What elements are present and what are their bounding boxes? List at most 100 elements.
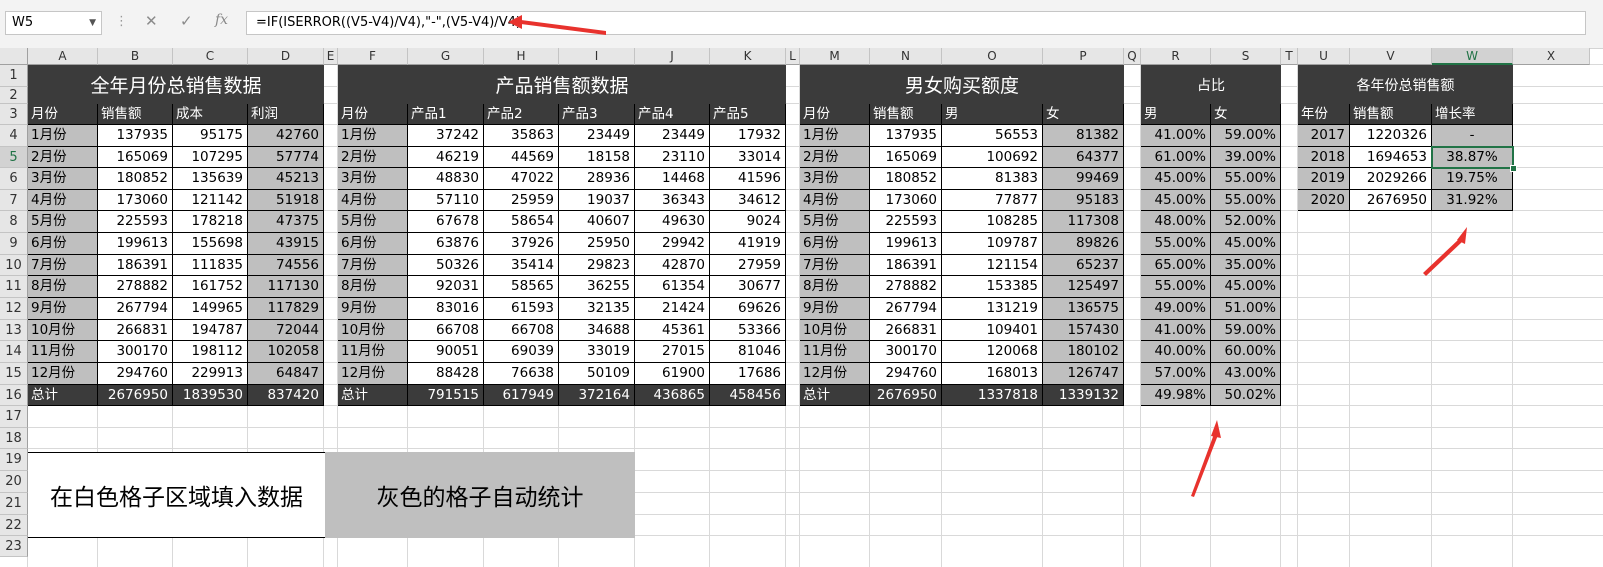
chevron-down-icon[interactable]: ▼ (89, 12, 96, 34)
table1-cell[interactable]: 173060 (98, 190, 173, 211)
table3-cell[interactable]: 180102 (1043, 341, 1124, 363)
table2-cell[interactable]: 66708 (408, 320, 484, 341)
table1-cell[interactable]: 47375 (248, 211, 324, 233)
table2-cell[interactable]: 50109 (559, 363, 635, 385)
table1-cell[interactable]: 267794 (98, 298, 173, 320)
table5-cell[interactable]: 2018 (1298, 147, 1350, 168)
table5-cell[interactable]: 1694653 (1350, 147, 1432, 168)
table1-cell[interactable]: 9月份 (28, 298, 98, 320)
table2-cell[interactable]: 17686 (710, 363, 786, 385)
column-header-x[interactable]: X (1513, 48, 1590, 65)
spreadsheet-grid[interactable]: ABCDEFGHIJKLMNOPQRSTUVWX 1 2 3 4 5 6 7 8 9 10 11 12… (0, 48, 1603, 567)
row-header-13[interactable]: 13 (0, 320, 28, 341)
table2-cell[interactable]: 36255 (559, 276, 635, 298)
table1-total-cell[interactable]: 2676950 (98, 385, 173, 406)
table4-cell[interactable]: 55.00% (1141, 276, 1211, 298)
table2-cell[interactable]: 35863 (484, 125, 559, 147)
table2-total-cell[interactable]: 617949 (484, 385, 559, 406)
table1-cell[interactable]: 117130 (248, 276, 324, 298)
row-header-19[interactable]: 19 (0, 449, 28, 471)
row-header-1[interactable]: 1 (0, 65, 28, 87)
table4-cell[interactable]: 55.00% (1211, 190, 1281, 211)
row-header-12[interactable]: 12 (0, 298, 28, 320)
table4-cell[interactable]: 45.00% (1211, 276, 1281, 298)
table2-header[interactable]: 产品3 (559, 104, 635, 125)
table2-cell[interactable]: 66708 (484, 320, 559, 341)
table3-total-cell[interactable]: 总计 (800, 385, 870, 406)
table3-cell[interactable]: 9月份 (800, 298, 870, 320)
table1-cell[interactable]: 4月份 (28, 190, 98, 211)
table2-header[interactable]: 产品1 (408, 104, 484, 125)
table2-header[interactable]: 月份 (338, 104, 408, 125)
table2-cell[interactable]: 23449 (635, 125, 710, 147)
table1-total-cell[interactable]: 1839530 (173, 385, 248, 406)
table3-cell[interactable]: 168013 (942, 363, 1043, 385)
table3-cell[interactable]: 81383 (942, 168, 1043, 190)
table3-cell[interactable]: 278882 (870, 276, 942, 298)
column-header-l[interactable]: L (786, 48, 800, 65)
column-header-i[interactable]: I (559, 48, 635, 65)
table2-cell[interactable]: 67678 (408, 211, 484, 233)
table3-cell[interactable]: 99469 (1043, 168, 1124, 190)
table4-cell[interactable]: 52.00% (1211, 211, 1281, 233)
table2-cell[interactable]: 90051 (408, 341, 484, 363)
column-header-t[interactable]: T (1281, 48, 1298, 65)
table3-cell[interactable]: 109787 (942, 233, 1043, 255)
table3-cell[interactable]: 100692 (942, 147, 1043, 168)
table5-cell[interactable]: 38.87% (1432, 147, 1513, 168)
table2-cell[interactable]: 33019 (559, 341, 635, 363)
table3-header[interactable]: 销售额 (870, 104, 942, 125)
table2-header[interactable]: 产品2 (484, 104, 559, 125)
table1-cell[interactable]: 117829 (248, 298, 324, 320)
table1-cell[interactable]: 7月份 (28, 255, 98, 276)
table3-cell[interactable]: 199613 (870, 233, 942, 255)
name-box[interactable]: W5 ▼ (5, 11, 102, 35)
table5-cell[interactable]: 2020 (1298, 190, 1350, 211)
column-header-b[interactable]: B (98, 48, 173, 65)
cancel-icon[interactable]: ✕ (145, 12, 158, 30)
row-header-9[interactable]: 9 (0, 233, 28, 255)
table3-cell[interactable]: 3月份 (800, 168, 870, 190)
table1-cell[interactable]: 2月份 (28, 147, 98, 168)
table2-cell[interactable]: 50326 (408, 255, 484, 276)
table1-header[interactable]: 利润 (248, 104, 324, 125)
table1-header[interactable]: 销售额 (98, 104, 173, 125)
table1-cell[interactable]: 178218 (173, 211, 248, 233)
row-header-6[interactable]: 6 (0, 168, 28, 190)
table2-cell[interactable]: 25950 (559, 233, 635, 255)
table5-cell[interactable]: 1220326 (1350, 125, 1432, 147)
table1-cell[interactable]: 74556 (248, 255, 324, 276)
table5-cell[interactable]: 2019 (1298, 168, 1350, 190)
table4-total-cell[interactable]: 49.98% (1141, 385, 1211, 406)
row-header-10[interactable]: 10 (0, 255, 28, 276)
row-header-3[interactable]: 3 (0, 104, 28, 125)
table1-cell[interactable]: 12月份 (28, 363, 98, 385)
table3-total-cell[interactable]: 2676950 (870, 385, 942, 406)
table5-cell[interactable]: 19.75% (1432, 168, 1513, 190)
table3-cell[interactable]: 89826 (1043, 233, 1124, 255)
table4-cell[interactable]: 41.00% (1141, 320, 1211, 341)
select-all-corner[interactable] (0, 48, 28, 65)
table2-cell[interactable]: 30677 (710, 276, 786, 298)
table2-cell[interactable]: 19037 (559, 190, 635, 211)
table1-cell[interactable]: 51918 (248, 190, 324, 211)
table4-cell[interactable]: 57.00% (1141, 363, 1211, 385)
table1-cell[interactable]: 107295 (173, 147, 248, 168)
table3-cell[interactable]: 4月份 (800, 190, 870, 211)
table2-cell[interactable]: 9月份 (338, 298, 408, 320)
table2-cell[interactable]: 9024 (710, 211, 786, 233)
table4-header[interactable]: 女 (1211, 104, 1281, 125)
table2-cell[interactable]: 12月份 (338, 363, 408, 385)
column-header-s[interactable]: S (1211, 48, 1281, 65)
table1-cell[interactable]: 199613 (98, 233, 173, 255)
table2-cell[interactable]: 40607 (559, 211, 635, 233)
table2-cell[interactable]: 14468 (635, 168, 710, 190)
row-header-17[interactable]: 17 (0, 406, 28, 428)
table2-total-cell[interactable]: 372164 (559, 385, 635, 406)
row-header-18[interactable]: 18 (0, 428, 28, 449)
table3-cell[interactable]: 95183 (1043, 190, 1124, 211)
table1-total-cell[interactable]: 837420 (248, 385, 324, 406)
table1-cell[interactable]: 149965 (173, 298, 248, 320)
table4-total-cell[interactable]: 50.02% (1211, 385, 1281, 406)
table1-cell[interactable]: 194787 (173, 320, 248, 341)
